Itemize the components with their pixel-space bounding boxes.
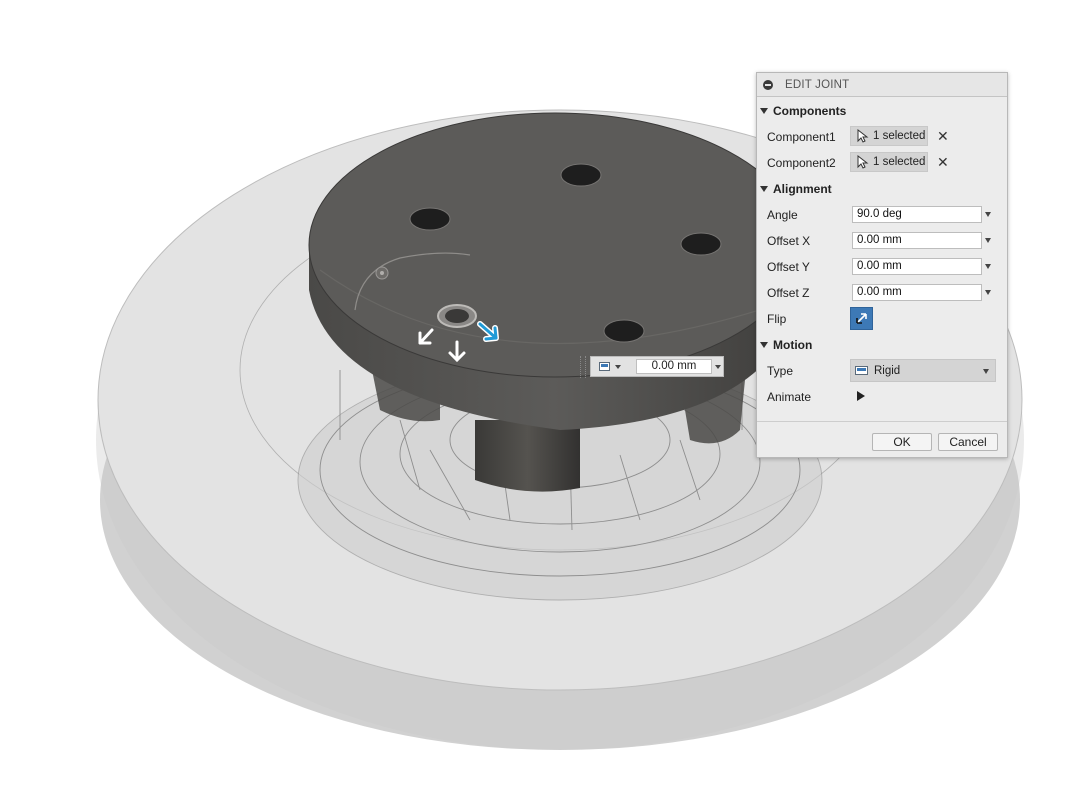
edit-joint-panel: EDIT JOINT Components Component1 1 selec… <box>756 72 1008 458</box>
close-x-icon[interactable]: ✕ <box>937 128 949 145</box>
chevron-down-icon[interactable] <box>985 264 991 269</box>
type-label: Type <box>767 364 794 378</box>
section-motion[interactable]: Motion <box>760 338 812 352</box>
component1-value: 1 selected <box>873 130 926 142</box>
chevron-down-icon[interactable] <box>985 238 991 243</box>
play-icon[interactable] <box>857 391 865 401</box>
rigid-joint-icon <box>855 366 868 375</box>
component1-label: Component1 <box>767 130 836 144</box>
collapse-icon[interactable] <box>763 79 773 90</box>
cancel-button[interactable]: Cancel <box>938 433 998 451</box>
canvas-input-grip[interactable] <box>580 356 586 378</box>
rigid-joint-icon[interactable] <box>599 362 610 371</box>
chevron-down-icon[interactable] <box>985 290 991 295</box>
chevron-down-icon[interactable] <box>715 365 721 369</box>
flip-label: Flip <box>767 312 787 326</box>
component2-value: 1 selected <box>873 156 926 168</box>
cursor-arrow-icon <box>857 155 869 169</box>
joint-type-value: Rigid <box>874 364 901 377</box>
offset-y-input[interactable]: 0.00 mm <box>852 258 982 275</box>
panel-title: EDIT JOINT <box>785 78 850 91</box>
section-label: Alignment <box>773 182 832 196</box>
panel-footer-divider <box>757 421 1007 422</box>
offset-x-label: Offset X <box>767 234 811 248</box>
angle-label: Angle <box>767 208 798 222</box>
animate-label: Animate <box>767 390 812 404</box>
chevron-down-icon[interactable] <box>985 212 991 217</box>
cursor-arrow-icon <box>857 129 869 143</box>
close-x-icon[interactable]: ✕ <box>937 154 949 171</box>
collapse-triangle-icon <box>760 342 768 348</box>
component2-select-button[interactable]: 1 selected <box>850 152 928 172</box>
flip-arrows-icon <box>856 313 867 324</box>
collapse-triangle-icon <box>760 108 768 114</box>
offset-y-label: Offset Y <box>767 260 810 274</box>
offset-x-input[interactable]: 0.00 mm <box>852 232 982 249</box>
joint-type-select[interactable]: Rigid <box>850 359 996 382</box>
section-components[interactable]: Components <box>760 104 846 118</box>
canvas-offset-input[interactable]: 0.00 mm <box>636 359 712 374</box>
canvas-offset-widget: 0.00 mm <box>590 356 724 377</box>
offset-z-label: Offset Z <box>767 286 810 300</box>
chevron-down-icon[interactable] <box>615 365 621 369</box>
angle-input[interactable]: 90.0 deg <box>852 206 982 223</box>
offset-z-input[interactable]: 0.00 mm <box>852 284 982 301</box>
component2-label: Component2 <box>767 156 836 170</box>
section-label: Motion <box>773 338 813 352</box>
section-label: Components <box>773 104 847 118</box>
collapse-triangle-icon <box>760 186 768 192</box>
flip-button[interactable] <box>850 307 873 330</box>
component1-select-button[interactable]: 1 selected <box>850 126 928 146</box>
ok-button[interactable]: OK <box>872 433 932 451</box>
panel-header: EDIT JOINT <box>757 73 1007 97</box>
section-alignment[interactable]: Alignment <box>760 182 832 196</box>
chevron-down-icon <box>983 369 989 374</box>
